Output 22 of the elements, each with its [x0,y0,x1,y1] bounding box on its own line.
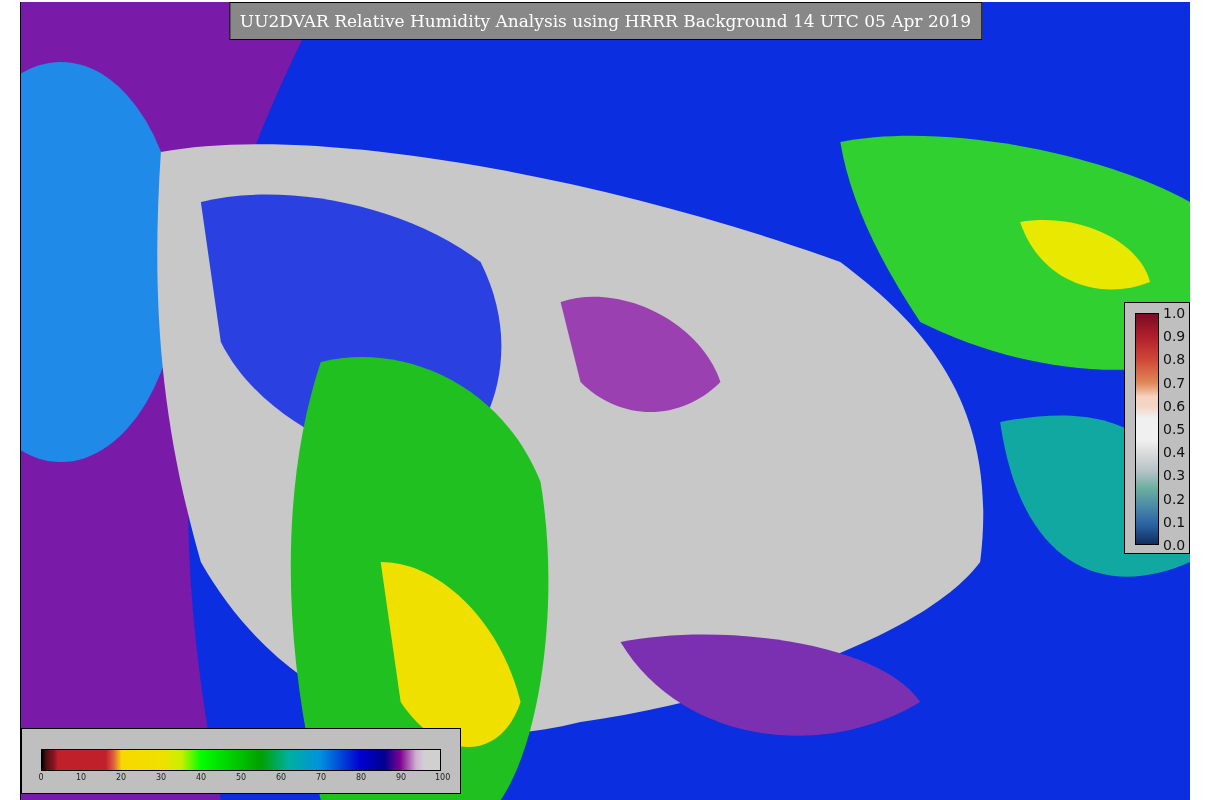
tick-label: 1.0 [1163,305,1186,321]
tick-label: 60 [275,773,287,782]
tick-label: 40 [195,773,207,782]
tick-label: 0.5 [1163,420,1186,437]
tick-label: 0.2 [1163,490,1186,507]
tick-label: 30 [155,773,167,782]
tick-label: 90 [395,773,407,782]
tick-label: 0 [37,773,45,782]
tick-label: 0.7 [1163,374,1186,391]
tick-label: 0.6 [1163,397,1186,414]
tick-label: 0.9 [1163,328,1186,345]
chart-title: UU2DVAR Relative Humidity Analysis using HRRR Background 14 UTC 05 Apr 2019 [228,2,983,40]
tick-label: 50 [235,773,247,782]
tick-label: 0.8 [1163,351,1186,368]
tick-label: 70 [315,773,327,782]
tick-label: 20 [115,773,127,782]
tick-label: 80 [355,773,367,782]
tick-label: 0.4 [1163,444,1186,461]
tick-label: 10 [75,773,87,782]
tick-label: 0.0 [1163,536,1186,553]
tick-label: 0.1 [1163,513,1186,530]
tick-label: 0.3 [1163,467,1186,484]
